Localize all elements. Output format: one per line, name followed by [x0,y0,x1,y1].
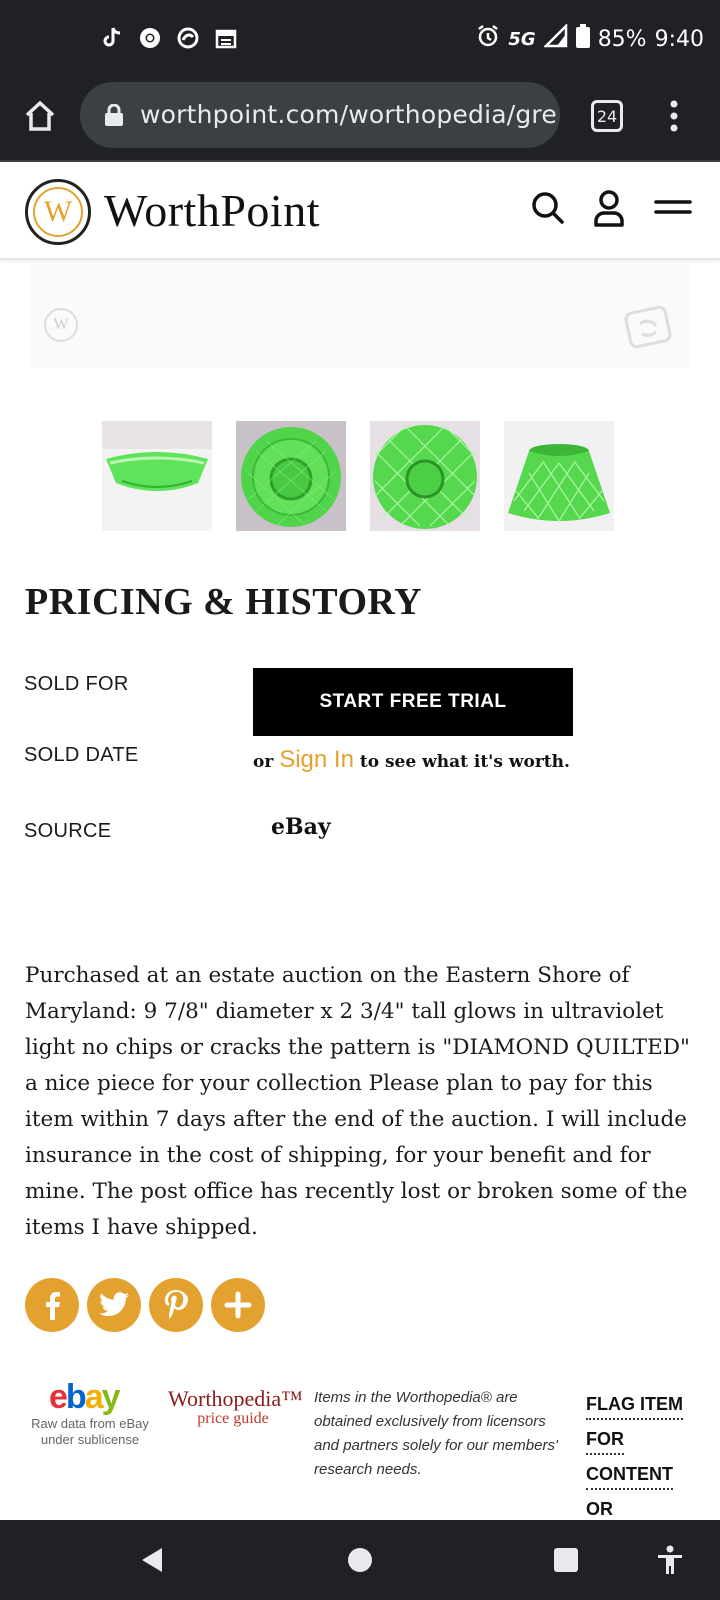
thumbnail-top-view-2[interactable] [370,421,480,531]
share-buttons [25,1278,265,1332]
accessibility-icon[interactable] [654,1544,686,1576]
ebay-logo: ebay [49,1378,121,1416]
battery-percent: 85% [597,26,647,52]
pricing-history-heading: PRICING & HISTORY [25,581,423,623]
tiktok-icon [100,26,124,50]
gallery-watermark-icon [624,304,676,350]
hamburger-menu-icon[interactable] [654,188,694,228]
app-icon [176,26,200,50]
battery-icon [575,24,590,54]
worthopedia-title: Worthopedia™ [168,1386,303,1411]
pinterest-icon [165,1290,188,1319]
sold-for-label: SOLD FOR [24,673,129,695]
signal-icon [542,22,568,54]
flag-item-link[interactable]: FLAG ITEM FOR CONTENT OR [586,1390,696,1530]
sign-in-link[interactable]: Sign In [279,746,354,773]
logo-letter: W [33,187,83,237]
thumbnail-side-view[interactable] [102,421,212,531]
back-icon[interactable] [136,1544,168,1576]
worthopedia-subtitle: price guide [197,1410,269,1427]
network-label: 5G [508,28,536,50]
site-header: W WorthPoint [0,162,720,260]
or-text: or [253,752,274,772]
status-bar: 5G 85% 9:40 [0,0,720,80]
start-free-trial-button[interactable]: START FREE TRIAL [253,668,573,736]
source-label: SOURCE [24,820,112,842]
browser-toolbar: worthpoint.com/worthopedia/gre 24 [0,80,720,162]
flag-word-3: CONTENT [586,1460,673,1490]
tab-switcher-button[interactable]: 24 [591,100,623,132]
flag-word-1: FLAG ITEM [586,1390,683,1420]
brand-name[interactable]: WorthPoint [104,184,320,237]
ebay-sublicense-text: Raw data from eBay under sublicense [31,1416,149,1447]
item-description: Purchased at an estate auction on the Ea… [25,963,690,1240]
overflow-menu-icon[interactable] [664,98,684,134]
watermark-logo: W [44,308,78,342]
lock-icon [104,103,124,126]
url-text: worthpoint.com/worthopedia/gre [140,100,557,129]
main-product-image[interactable]: W [30,262,690,368]
clock: 9:40 [654,26,704,52]
alarm-icon [476,24,500,54]
ebay-attribution: ebay Raw data from eBay under sublicense [25,1380,155,1448]
home-circle-icon[interactable] [344,1544,376,1576]
more-share-button[interactable] [211,1278,265,1332]
see-worth-text: to see what it's worth. [359,752,570,772]
twitter-icon [99,1292,129,1317]
flag-word-2: FOR [586,1425,624,1455]
sold-date-label: SOLD DATE [24,744,139,766]
recents-icon[interactable] [550,1544,582,1576]
source-value: eBay [271,814,331,840]
sign-in-prompt: or Sign In to see what it's worth. [253,746,570,774]
facebook-share-button[interactable] [25,1278,79,1332]
system-navigation-bar [0,1520,720,1600]
address-bar[interactable]: worthpoint.com/worthopedia/gre [80,82,560,148]
twitter-share-button[interactable] [87,1278,141,1332]
calendar-icon [214,26,238,50]
home-icon[interactable] [22,98,58,134]
thumbnail-angle-view[interactable] [504,421,614,531]
chrome-icon [138,26,162,50]
worthopedia-disclaimer: Items in the Worthopedia® are obtained e… [314,1389,558,1478]
thumbnail-strip [102,421,614,531]
pinterest-share-button[interactable] [149,1278,203,1332]
worthopedia-logo: Worthopedia™ price guide [168,1386,303,1428]
worthpoint-logo-icon[interactable]: W [25,179,91,245]
facebook-icon [46,1292,60,1320]
plus-icon [224,1291,252,1319]
account-icon[interactable] [589,188,629,228]
thumbnail-top-view[interactable] [236,421,346,531]
search-icon[interactable] [528,188,568,228]
